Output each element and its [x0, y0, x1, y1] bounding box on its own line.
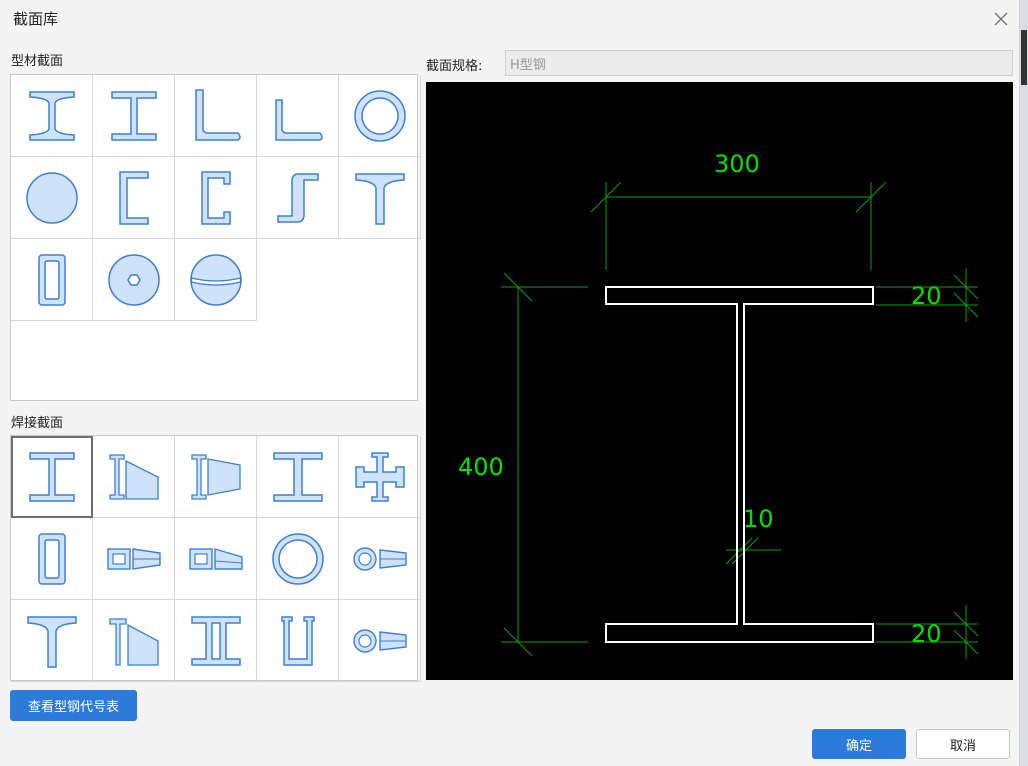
welded-item[interactable]	[175, 600, 257, 682]
profile-item[interactable]	[11, 75, 93, 157]
u-section-icon	[280, 615, 315, 666]
solid-round-icon	[25, 171, 78, 224]
welded-circular-tube-icon	[271, 532, 324, 585]
welded-item[interactable]	[93, 600, 175, 682]
profile-section-label: 型材截面	[11, 54, 64, 69]
welded-box-icon	[37, 532, 66, 585]
z-section-icon	[276, 172, 319, 223]
welded-item[interactable]	[93, 436, 175, 518]
welded-item[interactable]	[175, 436, 257, 518]
close-button[interactable]	[988, 6, 1014, 32]
section-preview: 300 400 20 20 10	[426, 82, 1013, 680]
profile-item[interactable]	[11, 157, 93, 239]
t-section-icon	[354, 172, 405, 225]
top-flange-label: 20	[911, 282, 942, 310]
profile-item[interactable]	[339, 75, 421, 157]
profile-item[interactable]	[93, 157, 175, 239]
tapered-tube-icon	[352, 546, 407, 571]
cancel-button[interactable]: 取消	[916, 729, 1010, 759]
scrollbar[interactable]	[1021, 30, 1027, 85]
welded-item[interactable]	[11, 436, 93, 518]
bottom-flange-label: 20	[911, 620, 942, 648]
cross-section-icon	[354, 451, 405, 502]
window-edge	[1020, 0, 1028, 766]
web-label: 10	[743, 505, 774, 533]
tapered-i-beam-alt-icon	[190, 453, 241, 500]
welded-item[interactable]	[257, 518, 339, 600]
circular-tube-icon	[353, 89, 406, 142]
welded-item[interactable]	[11, 518, 93, 600]
i-beam-icon	[28, 90, 75, 141]
welded-grid	[10, 435, 421, 682]
dialog-title: 截面库	[13, 10, 59, 28]
profile-item[interactable]	[175, 75, 257, 157]
welded-item[interactable]	[175, 518, 257, 600]
section-library-dialog: 截面库 型材截面 焊接截面 截面规格: H型钢 300 400 20 20 10…	[0, 0, 1020, 766]
profile-item[interactable]	[339, 157, 421, 239]
tapered-t-icon	[108, 617, 159, 666]
welded-h-beam-icon	[272, 451, 323, 502]
ok-button[interactable]: 确定	[812, 729, 906, 759]
tapered-box-icon	[106, 547, 161, 570]
section-drawing: 300 400 20 20 10	[458, 150, 979, 659]
dimension-lines	[501, 181, 979, 659]
welded-item[interactable]	[257, 436, 339, 518]
hex-bolt-icon	[107, 253, 160, 306]
height-label: 400	[458, 453, 504, 481]
tapered-tube-alt-icon	[352, 628, 407, 653]
equal-angle-icon	[194, 88, 241, 141]
profile-item[interactable]	[93, 75, 175, 157]
welded-i-beam-icon	[28, 451, 75, 502]
tapered-i-beam-icon	[108, 453, 159, 500]
welded-item[interactable]	[339, 600, 421, 682]
rectangular-tube-icon	[37, 253, 66, 306]
width-label: 300	[714, 150, 760, 178]
unequal-angle-icon	[274, 98, 323, 141]
welded-item[interactable]	[11, 600, 93, 682]
h-section-outline	[605, 286, 874, 643]
profile-item[interactable]	[11, 239, 93, 321]
view-section-code-table-button[interactable]: 查看型钢代号表	[10, 690, 137, 721]
welded-item[interactable]	[339, 436, 421, 518]
profile-item[interactable]	[93, 239, 175, 321]
spec-input[interactable]	[505, 50, 1013, 76]
welded-section-label: 焊接截面	[11, 416, 64, 431]
profile-grid	[10, 74, 421, 401]
welded-item[interactable]	[339, 518, 421, 600]
spec-label: 截面规格:	[426, 59, 483, 74]
profile-item[interactable]	[257, 157, 339, 239]
welded-item[interactable]	[93, 518, 175, 600]
close-icon	[994, 12, 1008, 26]
profile-item[interactable]	[175, 157, 257, 239]
profile-item[interactable]	[175, 239, 257, 321]
welded-t-icon	[26, 615, 77, 668]
h-beam-icon	[110, 90, 157, 141]
welded-item[interactable]	[257, 600, 339, 682]
tapered-box-alt-icon	[188, 547, 243, 570]
channel-icon	[118, 170, 149, 225]
bulb-round-icon	[189, 253, 242, 306]
double-i-icon	[190, 615, 241, 666]
profile-item[interactable]	[257, 75, 339, 157]
lipped-channel-icon	[200, 170, 231, 225]
